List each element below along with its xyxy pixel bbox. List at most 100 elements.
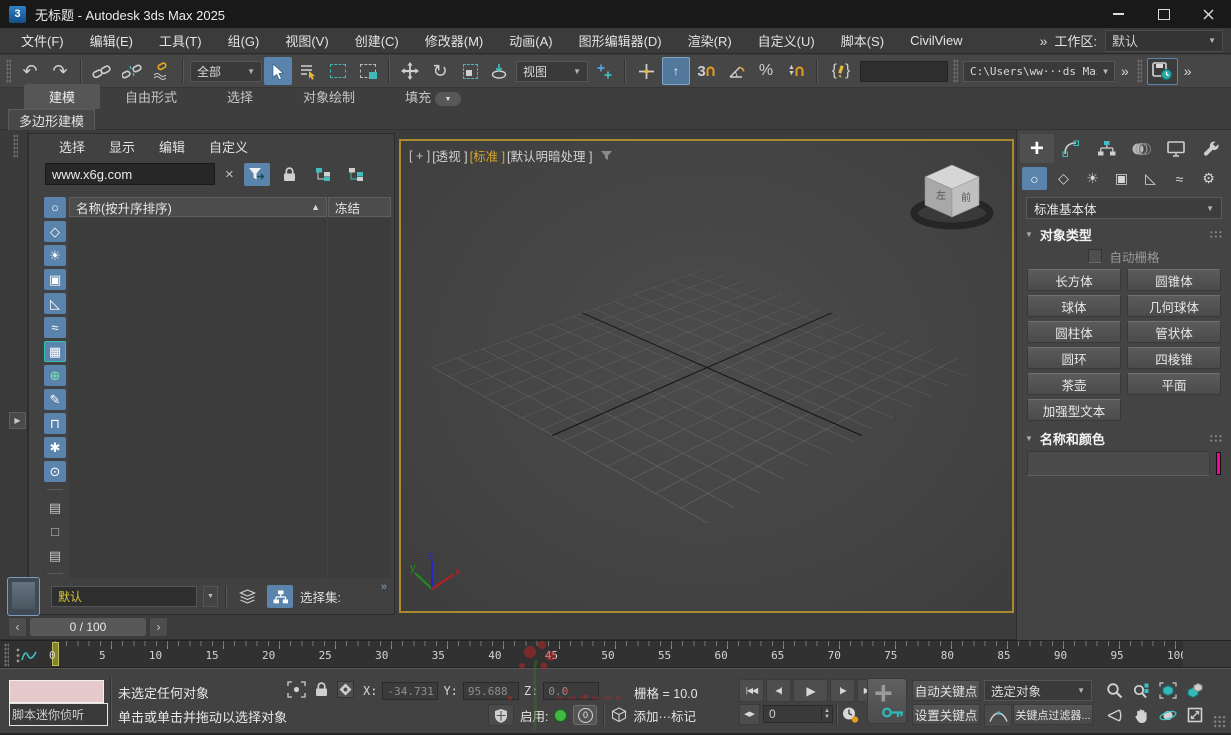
menu-item[interactable]: 文件(F) <box>8 28 77 53</box>
name-column-header[interactable]: 名称(按升序排序) ▲ <box>69 197 327 217</box>
object-name-field[interactable] <box>1027 451 1210 476</box>
selection-lock-icon[interactable] <box>315 682 328 697</box>
docked-tool-button[interactable] <box>7 577 40 616</box>
primitive-button[interactable]: 长方体 <box>1027 269 1121 291</box>
ribbon-tab[interactable]: 建模 <box>24 84 101 109</box>
explorer-menu-item[interactable]: 显示 <box>97 137 147 156</box>
time-configuration-icon[interactable] <box>841 706 859 723</box>
menu-item[interactable]: CivilView <box>897 28 976 53</box>
select-and-manipulate-button[interactable] <box>632 57 660 85</box>
zoom-button[interactable] <box>1101 678 1127 702</box>
selected-filter-dropdown[interactable]: 选定对象 ▼ <box>984 680 1092 701</box>
toolbar-drag-handle[interactable] <box>6 59 11 83</box>
blank-view-button[interactable]: □ <box>44 521 66 542</box>
primitive-button[interactable]: 圆环 <box>1027 347 1121 369</box>
zoom-all-button[interactable] <box>1128 678 1154 702</box>
display-hidden-toggle[interactable]: ⊙ <box>44 461 66 482</box>
display-helpers-toggle[interactable]: ◺ <box>44 293 66 314</box>
y-coordinate-field[interactable]: 95.688 <box>462 682 519 700</box>
primitive-button[interactable]: 加强型文本 <box>1027 399 1121 421</box>
ribbon-tab[interactable]: 选择 <box>202 84 278 109</box>
next-frame-button[interactable]: › <box>149 617 168 637</box>
menu-item[interactable]: 自定义(U) <box>745 28 828 53</box>
set-keys-button[interactable]: + <box>867 675 907 724</box>
filter-button[interactable] <box>243 162 270 186</box>
play-animation-button[interactable]: ▶ <box>793 679 828 702</box>
track-bar[interactable]: 0 5 10 15 20 25 30 35 40 45 50 55 60 65 70 75 80 85 90 95 10… <box>0 640 1231 668</box>
workspace-dropdown[interactable]: 默认 ▼ <box>1105 29 1223 52</box>
macro-recorder-field[interactable] <box>9 680 104 703</box>
ribbon-panel-tab[interactable]: 多边形建模 <box>8 109 96 130</box>
menu-overflow-icon[interactable]: » <box>1040 33 1048 49</box>
category-systems[interactable]: ⚙ <box>1196 167 1221 190</box>
menu-item[interactable]: 编辑(E) <box>77 28 146 53</box>
explorer-menu-item[interactable]: 自定义 <box>197 137 260 156</box>
orbit-button[interactable] <box>1155 703 1181 727</box>
toolbar-drag-handle[interactable] <box>953 59 958 83</box>
category-helpers[interactable]: ◺ <box>1138 167 1163 190</box>
select-object-button[interactable] <box>264 57 292 85</box>
zoom-extents-all-button[interactable] <box>1182 678 1208 702</box>
unlink-selection-button[interactable] <box>118 57 146 85</box>
menu-item[interactable]: 视图(V) <box>272 28 341 53</box>
previous-frame-button[interactable]: ◀| <box>766 679 791 702</box>
rectangular-selection-region-button[interactable] <box>324 57 352 85</box>
display-lights-toggle[interactable]: ☀ <box>44 245 66 266</box>
set-key-button[interactable]: 设置关键点 <box>912 704 980 725</box>
field-of-view-button[interactable] <box>1101 703 1127 727</box>
explorer-menu-item[interactable]: 选择 <box>47 137 97 156</box>
menu-item[interactable]: 动画(A) <box>496 28 565 53</box>
go-to-start-button[interactable]: |◀◀ <box>739 679 764 702</box>
select-and-scale-button[interactable] <box>456 57 484 85</box>
menu-item[interactable]: 修改器(M) <box>412 28 497 53</box>
maximize-button[interactable] <box>1141 0 1186 28</box>
named-selection-set-field[interactable] <box>860 60 948 82</box>
perspective-viewport[interactable]: [ + ] [透视 ] [标准 ] [默认明暗处理 ] 左 前 y z x <box>399 139 1014 613</box>
lock-explorer-button[interactable] <box>277 163 303 186</box>
display-cameras-toggle[interactable]: ▣ <box>44 269 66 290</box>
clear-search-icon[interactable]: × <box>222 166 237 183</box>
category-geometry[interactable]: ○ <box>1022 167 1047 190</box>
maximize-viewport-toggle-button[interactable] <box>1182 703 1208 727</box>
select-and-rotate-button[interactable]: ↻ <box>426 57 454 85</box>
scene-explorer-toggle-button[interactable] <box>267 585 293 608</box>
per-view-filter-icon[interactable] <box>600 150 613 161</box>
footer-overflow-icon[interactable]: » <box>381 581 387 593</box>
minimize-button[interactable] <box>1096 0 1141 28</box>
object-type-rollout-header[interactable]: ▼ 对象类型 <box>1025 224 1223 244</box>
layer-manager-button[interactable] <box>234 585 260 608</box>
frozen-column-header[interactable]: 冻结 <box>328 197 391 217</box>
ribbon-tab[interactable]: 自由形式 <box>100 84 202 109</box>
display-spacewarps-toggle[interactable]: ≈ <box>44 317 66 338</box>
list-view-button[interactable]: ▤ <box>44 497 66 518</box>
frame-ruler[interactable]: 0 5 10 15 20 25 30 35 40 45 50 55 60 65 70 75 80 85 90 95 10… <box>48 641 1187 667</box>
ribbon-minimize-dropdown[interactable]: ▼ <box>435 92 461 106</box>
close-button[interactable] <box>1186 0 1231 28</box>
view-cube[interactable]: 左 前 <box>906 151 998 235</box>
menu-item[interactable]: 图形编辑器(D) <box>566 28 675 53</box>
keyboard-shortcut-override-button[interactable]: ↑ <box>662 57 690 85</box>
trackbar-drag-handle[interactable] <box>4 643 9 667</box>
viewport-menu-general[interactable]: [ + ] <box>409 149 430 163</box>
use-pivot-center-button[interactable] <box>590 57 618 85</box>
previous-frame-button[interactable]: ‹ <box>8 617 27 637</box>
display-containers-toggle[interactable]: ⊓ <box>44 413 66 434</box>
next-frame-button[interactable]: |▶ <box>830 679 855 702</box>
add-time-tag-button[interactable]: 添加···标记 <box>633 706 696 725</box>
display-geometry-toggle[interactable]: ○ <box>44 197 66 218</box>
explorer-menu-item[interactable]: 编辑 <box>147 137 197 156</box>
selection-filter-dropdown[interactable]: 全部 ▼ <box>190 60 262 82</box>
project-folder-dropdown[interactable]: C:\Users\ww···ds Max 2025 ▼ <box>963 60 1115 82</box>
search-input[interactable] <box>45 163 215 185</box>
maxscript-mini-listener-field[interactable]: 脚本迷你侦听 <box>9 703 108 726</box>
dock-expand-button[interactable]: ▶ <box>9 412 26 429</box>
tab-modify[interactable] <box>1055 134 1089 163</box>
bind-to-space-warp-button[interactable] <box>148 57 176 85</box>
viewport-menu-pov[interactable]: [透视 ] <box>432 146 467 165</box>
primitive-button[interactable]: 圆锥体 <box>1127 269 1221 291</box>
layer-dropdown-button[interactable]: ▼ <box>203 586 218 607</box>
isolate-selection-icon[interactable] <box>287 681 306 698</box>
primitive-button[interactable]: 圆柱体 <box>1027 321 1121 343</box>
tab-motion[interactable] <box>1124 134 1158 163</box>
absolute-offset-mode-icon[interactable] <box>337 681 354 698</box>
